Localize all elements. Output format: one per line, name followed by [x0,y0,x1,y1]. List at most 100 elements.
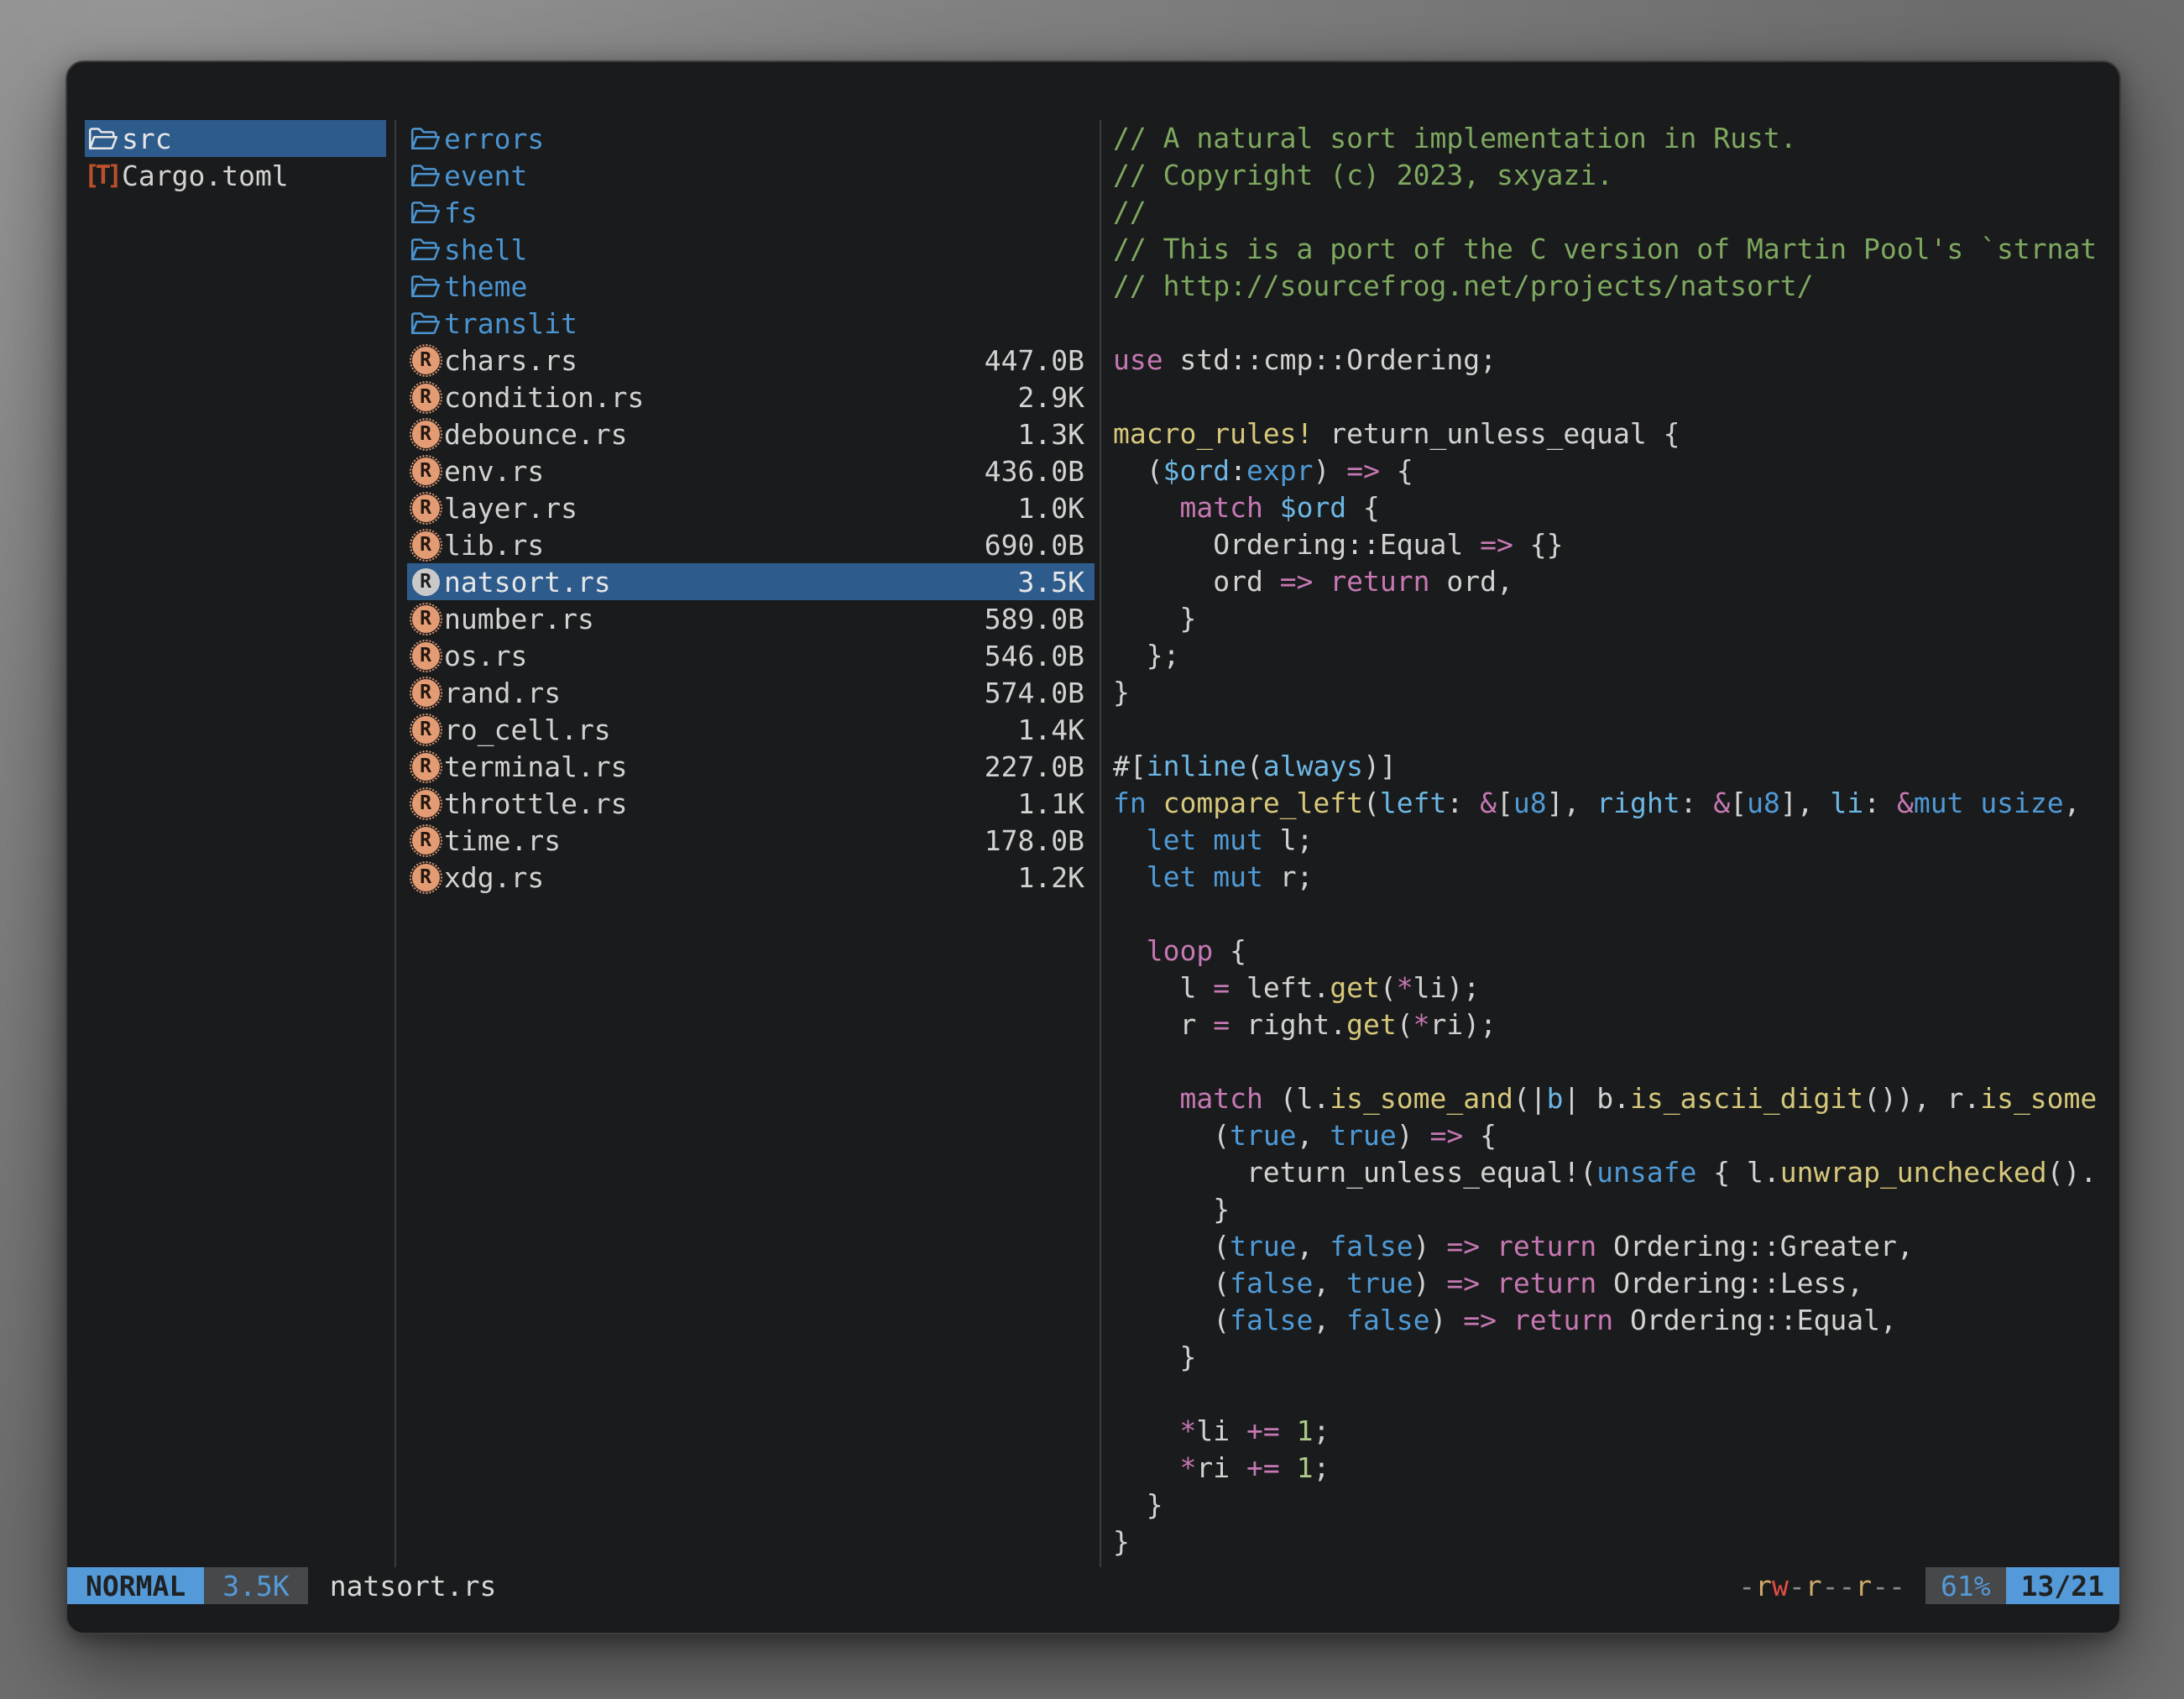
file-row-time.rs[interactable]: Rtime.rs178.0B [407,822,1095,859]
code-token: 1 [1297,1451,1314,1484]
yazi-file-manager-window: src[T]Cargo.toml errorseventfsshelltheme… [65,60,2121,1634]
desktop-background: { "colors": { "window_bg": "#1a1b1c", "s… [0,0,2184,1699]
code-token: ( [1113,1230,1230,1262]
file-row-translit[interactable]: translit [407,305,1095,342]
folder-open-icon [407,162,444,190]
code-token: ) [1413,1230,1447,1262]
code-token: true [1230,1119,1296,1152]
file-row-chars.rs[interactable]: Rchars.rs447.0B [407,342,1095,379]
code-token: * [1397,971,1413,1004]
code-token: } [1113,1525,1130,1558]
code-token: { [1380,454,1413,487]
file-row-shell[interactable]: shell [407,231,1095,268]
code-token: return [1497,1267,1596,1299]
toml-icon: [T] [85,160,122,191]
mode-badge: NORMAL [67,1567,204,1604]
code-token: r; [1263,860,1314,893]
file-row-fs[interactable]: fs [407,194,1095,231]
file-name: translit [444,307,577,340]
file-size: 1.3K [1018,418,1095,451]
rust-icon: R [407,457,444,485]
code-token: } [1113,602,1196,635]
code-token: mut [1914,787,1964,819]
code-token: )] [1363,750,1397,782]
file-name: time.rs [444,824,561,857]
file-row-condition.rs[interactable]: Rcondition.rs2.9K [407,379,1095,416]
code-line: // Copyright (c) 2023, sxyazi. [1113,157,2119,194]
code-line: (true, false) => return Ordering::Greate… [1113,1228,2119,1265]
code-line [1113,1043,2119,1080]
rust-icon: R [407,716,444,744]
folder-open-icon [85,125,122,153]
code-token: ) [1430,1304,1464,1336]
file-size: 2.9K [1018,381,1095,414]
code-token: mut [1213,823,1263,856]
code-line: ($ord:expr) => { [1113,452,2119,489]
file-size: 178.0B [985,824,1095,857]
parent-row-src[interactable]: src [85,120,386,157]
code-token: true [1230,1230,1296,1262]
file-size: 436.0B [985,455,1095,488]
code-token [1113,491,1179,524]
code-token: } [1113,1341,1196,1373]
code-token: true [1346,1267,1413,1299]
code-token: : [1446,787,1480,819]
file-row-debounce.rs[interactable]: Rdebounce.rs1.3K [407,416,1095,452]
permission-char: w [1772,1570,1789,1602]
file-size: 546.0B [985,640,1095,672]
code-line: l = left.get(*li); [1113,970,2119,1006]
code-token: left. [1230,971,1330,1004]
file-size: 1.2K [1018,861,1095,894]
file-row-terminal.rs[interactable]: Rterminal.rs227.0B [407,748,1095,785]
rust-icon: R [407,384,444,411]
file-row-number.rs[interactable]: Rnumber.rs589.0B [407,600,1095,637]
permission-char: - [1789,1570,1805,1602]
permission-char: r [1755,1570,1772,1602]
file-row-ro_cell.rs[interactable]: Rro_cell.rs1.4K [407,711,1095,748]
code-token: // Copyright (c) 2023, sxyazi. [1113,159,1613,191]
permission-char: - [1738,1570,1755,1602]
code-line: } [1113,1339,2119,1376]
code-token: $ord [1163,454,1230,487]
code-token: let [1147,860,1197,893]
code-token: is_some [1980,1082,2097,1115]
code-token [1196,860,1213,893]
file-size: 690.0B [985,529,1095,562]
code-token: false [1230,1304,1313,1336]
file-name: natsort.rs [444,566,611,599]
code-token: { [1346,491,1380,524]
code-token: & [1713,787,1730,819]
code-token: ri [1196,1451,1246,1484]
file-row-errors[interactable]: errors [407,120,1095,157]
file-row-event[interactable]: event [407,157,1095,194]
code-token: mut [1213,860,1263,893]
file-size-label: 3.5K [222,1570,289,1602]
file-row-xdg.rs[interactable]: Rxdg.rs1.2K [407,859,1095,896]
rust-icon: R [407,753,444,781]
code-line: fn compare_left(left: &[u8], right: &[u8… [1113,785,2119,822]
file-row-layer.rs[interactable]: Rlayer.rs1.0K [407,489,1095,526]
file-row-rand.rs[interactable]: Rrand.rs574.0B [407,674,1095,711]
code-token: [ [1497,787,1513,819]
rust-icon: R [407,679,444,707]
rust-icon: R [407,568,444,596]
permission-char: - [1872,1570,1889,1602]
parent-row-Cargo.toml[interactable]: [T]Cargo.toml [85,157,386,194]
file-row-throttle.rs[interactable]: Rthrottle.rs1.1K [407,785,1095,822]
code-token: } [1113,1193,1230,1226]
code-token: => [1446,1267,1480,1299]
code-token: is_ascii_digit [1630,1082,1863,1115]
code-token: match [1179,491,1262,524]
code-token: , [1313,1304,1346,1336]
code-token: , [2064,787,2081,819]
file-row-natsort.rs[interactable]: Rnatsort.rs3.5K [407,563,1095,600]
file-row-os.rs[interactable]: Ros.rs546.0B [407,637,1095,674]
code-token: l [1113,971,1213,1004]
file-row-env.rs[interactable]: Renv.rs436.0B [407,452,1095,489]
code-token: { [1463,1119,1497,1152]
file-row-lib.rs[interactable]: Rlib.rs690.0B [407,526,1095,563]
code-token: : [1680,787,1714,819]
file-row-theme[interactable]: theme [407,268,1095,305]
code-token: } [1113,676,1130,708]
code-token: ; [1313,1451,1330,1484]
